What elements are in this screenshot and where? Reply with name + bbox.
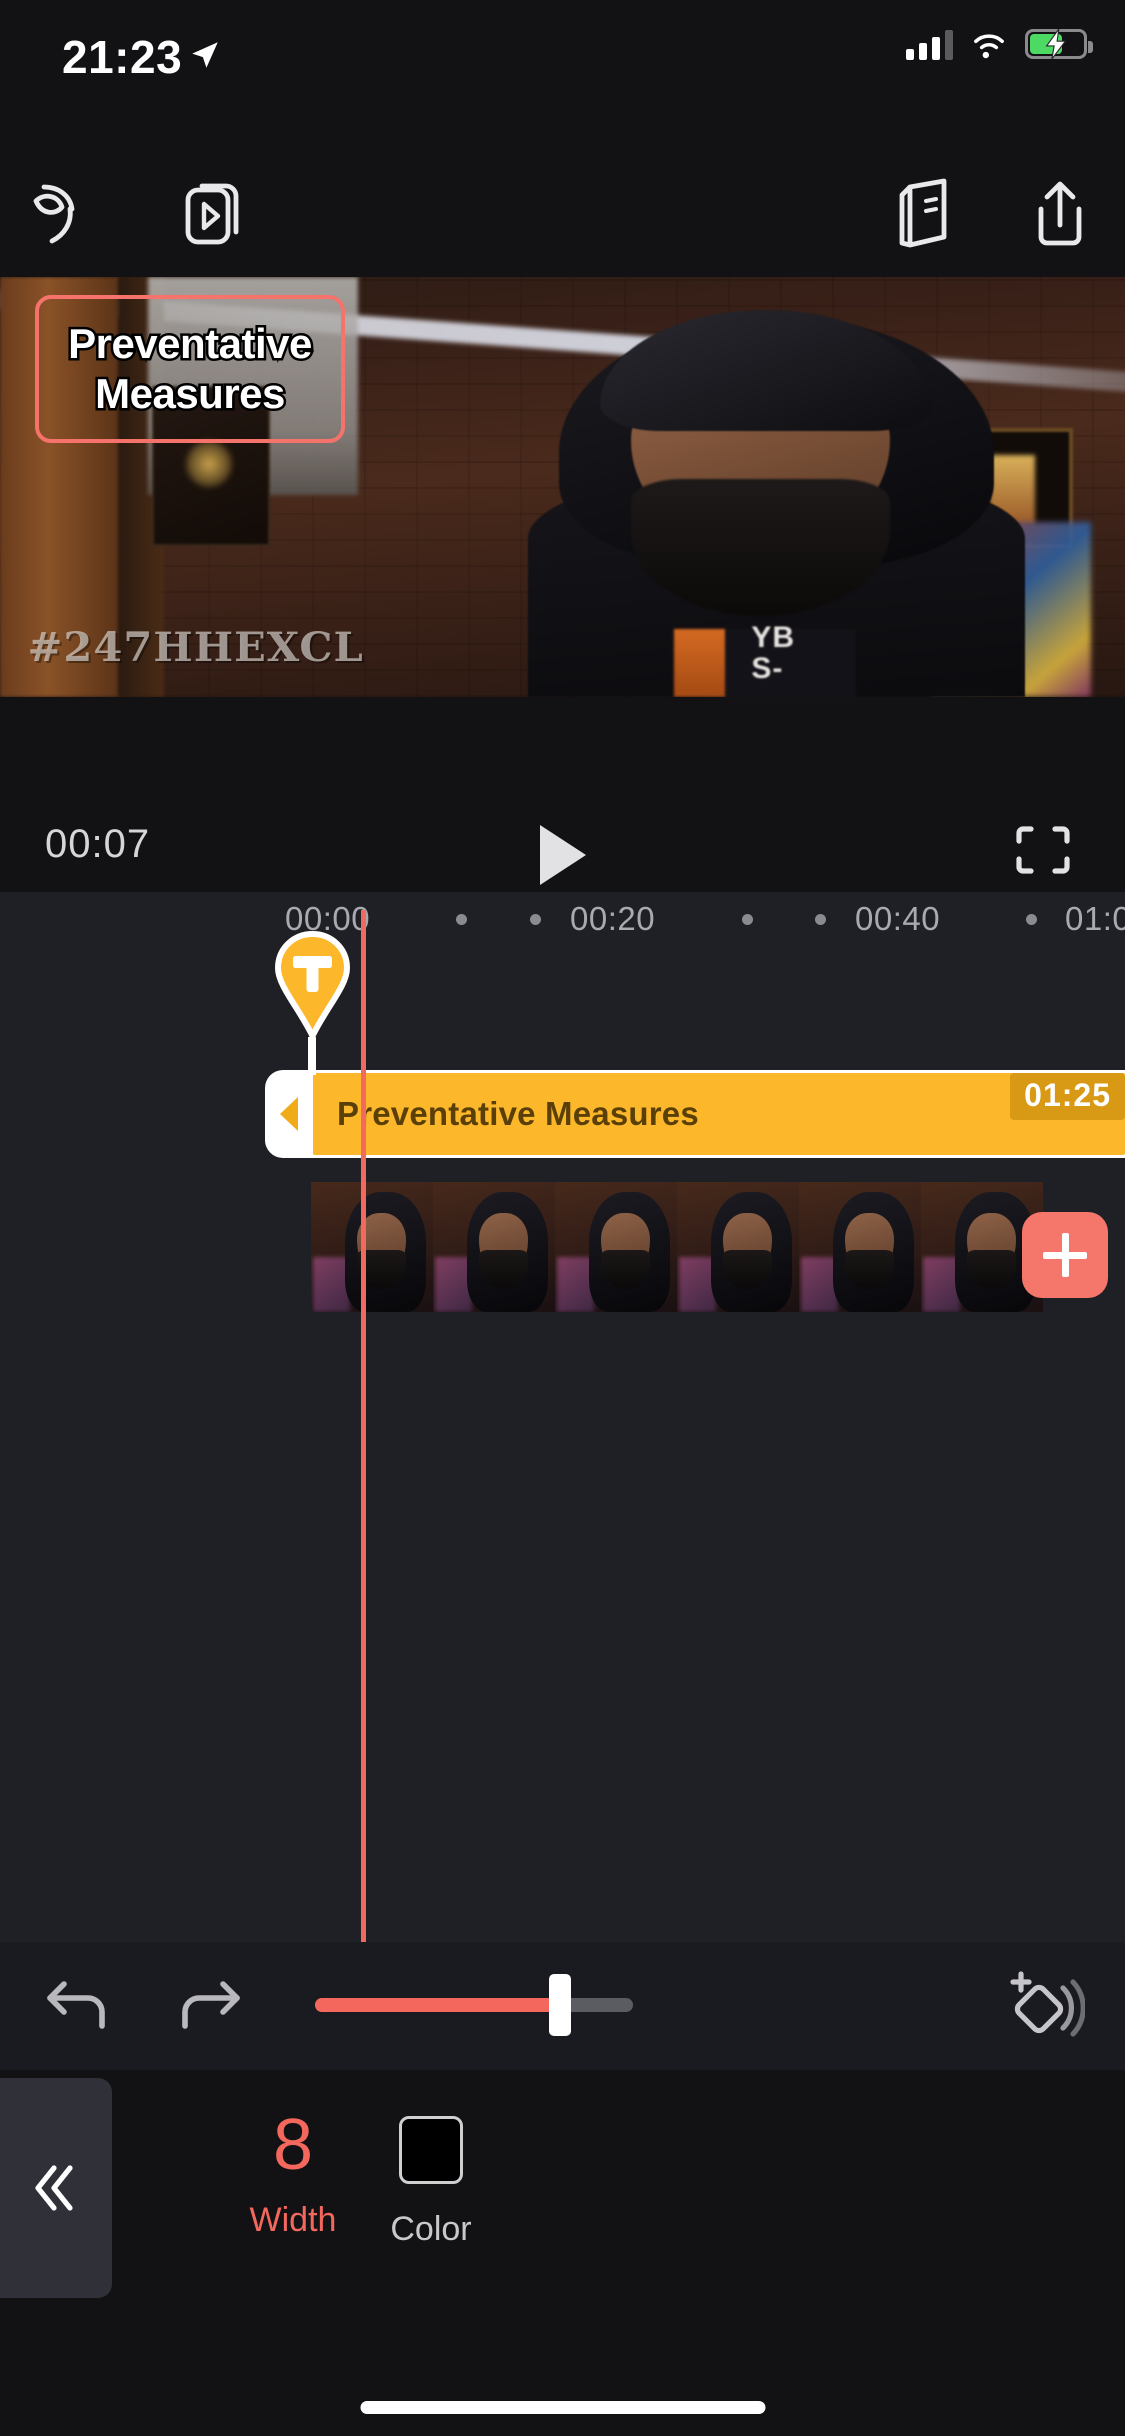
slider-fill bbox=[315, 1998, 560, 2012]
video-preview[interactable]: YB S- #247HHEXCL Preventative Measures bbox=[0, 277, 1125, 697]
cellular-signal-icon bbox=[906, 28, 953, 60]
video-editor-screen: 21:23 YB S- #247HHEXCL Preventative Meas… bbox=[0, 0, 1125, 2436]
text-clip[interactable]: Preventative Measures 01:25 bbox=[265, 1070, 1125, 1158]
preview-icon[interactable] bbox=[175, 173, 255, 253]
player-controls: 00:07 bbox=[0, 697, 1125, 892]
ruler-label-2: 00:40 bbox=[855, 900, 941, 937]
chevron-double-left-icon[interactable] bbox=[0, 2078, 112, 2298]
text-overlay-selection[interactable]: Preventative Measures bbox=[35, 295, 345, 443]
ruler-tick-dot bbox=[815, 914, 826, 925]
timeline-ruler[interactable]: 00:00 00:20 00:40 01:0 bbox=[0, 892, 1125, 944]
add-keyframe-icon[interactable] bbox=[1005, 1966, 1085, 2044]
playback-current-time: 00:07 bbox=[45, 822, 151, 866]
home-indicator bbox=[360, 2401, 765, 2414]
thumbnail-frame[interactable] bbox=[799, 1182, 921, 1312]
color-swatch[interactable] bbox=[399, 2116, 463, 2184]
slider-knob[interactable] bbox=[548, 1974, 571, 2036]
fullscreen-icon[interactable] bbox=[1011, 821, 1075, 879]
battery-charging-icon bbox=[1025, 29, 1093, 59]
width-slider[interactable] bbox=[315, 1974, 633, 2036]
status-bar-indicators bbox=[906, 28, 1093, 60]
action-bar bbox=[0, 1942, 1125, 2070]
pin-connector bbox=[308, 1037, 316, 1075]
tool-label-color: Color bbox=[390, 2210, 472, 2248]
status-bar: 21:23 bbox=[0, 0, 1125, 135]
thumbnail-frame[interactable] bbox=[311, 1182, 433, 1312]
subject-shirt: YB S- bbox=[706, 622, 856, 697]
location-arrow-icon bbox=[192, 42, 218, 68]
video-subject: YB S- bbox=[518, 294, 1036, 697]
share-export-icon[interactable] bbox=[1020, 173, 1100, 253]
play-icon[interactable] bbox=[539, 825, 586, 885]
subject-shirt-text: YB S- bbox=[751, 620, 796, 686]
text-track-pin[interactable] bbox=[271, 930, 354, 1040]
clip-duration-badge: 01:25 bbox=[1010, 1073, 1125, 1120]
ruler-label-3: 01:0 bbox=[1065, 900, 1125, 937]
top-toolbar bbox=[0, 135, 1125, 285]
redo-icon[interactable] bbox=[175, 1970, 247, 2042]
ruler-tick-dot bbox=[530, 914, 541, 925]
width-value: 8 bbox=[272, 2105, 314, 2185]
wifi-icon bbox=[974, 34, 1004, 59]
subject-durag bbox=[600, 309, 932, 431]
add-media-icon[interactable] bbox=[1022, 1212, 1108, 1298]
text-overlay-line2: Measures bbox=[93, 368, 288, 420]
text-overlay-content: Preventative Measures bbox=[66, 318, 315, 420]
ruler-tick-dot bbox=[1026, 914, 1037, 925]
thumbnail-frame[interactable] bbox=[433, 1182, 555, 1312]
video-watermark: #247HHEXCL bbox=[27, 624, 364, 671]
tutorial-book-icon[interactable] bbox=[885, 173, 965, 253]
thumbnail-frame[interactable] bbox=[677, 1182, 799, 1312]
video-frame: YB S- #247HHEXCL Preventative Measures bbox=[0, 277, 1125, 697]
tool-color[interactable]: Color bbox=[346, 2116, 516, 2249]
timeline[interactable]: 00:00 00:20 00:40 01:0 Preventative Meas… bbox=[0, 892, 1125, 1942]
clip-trim-handle-left[interactable] bbox=[265, 1070, 313, 1158]
playhead[interactable] bbox=[361, 910, 366, 1942]
video-track-thumbnails[interactable] bbox=[311, 1182, 1125, 1312]
ruler-tick-dot bbox=[742, 914, 753, 925]
ruler-tick-dot bbox=[456, 914, 467, 925]
clip-title: Preventative Measures bbox=[337, 1095, 699, 1132]
status-bar-time: 21:23 bbox=[62, 31, 183, 83]
undo-icon[interactable] bbox=[40, 1970, 112, 2042]
text-overlay-line1: Preventative bbox=[66, 318, 315, 370]
tool-label-width: Width bbox=[249, 2201, 337, 2240]
clip-body[interactable]: Preventative Measures 01:25 bbox=[313, 1073, 1125, 1155]
ai-assist-icon[interactable] bbox=[20, 173, 100, 253]
thumbnail-frame[interactable] bbox=[555, 1182, 677, 1312]
ruler-label-1: 00:20 bbox=[570, 900, 656, 937]
bottom-toolbar: 8 Width Color bbox=[0, 2070, 1125, 2306]
